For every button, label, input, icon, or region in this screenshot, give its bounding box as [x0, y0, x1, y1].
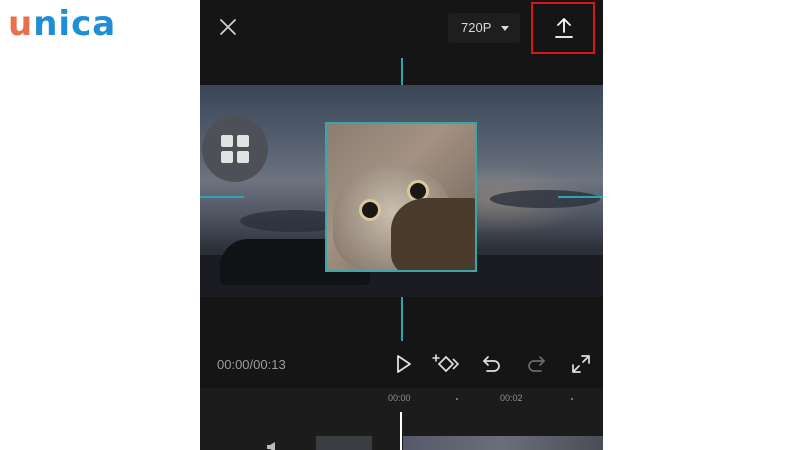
track-clip[interactable]	[403, 436, 603, 450]
horizontal-guide-right	[558, 196, 603, 198]
cloud	[490, 190, 600, 208]
playhead[interactable]	[400, 412, 402, 450]
keyframe-add-icon[interactable]	[432, 352, 460, 376]
resolution-dropdown[interactable]: 720P	[448, 13, 520, 43]
unica-logo: unica	[8, 4, 116, 44]
editor-top-bar: 720P	[200, 0, 603, 58]
timeline-tick-label: 00:00	[388, 393, 411, 403]
speaker-icon[interactable]	[266, 440, 280, 450]
undo-icon[interactable]	[480, 352, 504, 376]
play-icon[interactable]	[391, 352, 415, 376]
close-icon[interactable]	[218, 17, 238, 37]
video-editor-screen: 720P 00:00/00:13 00:00 00:02	[200, 0, 603, 450]
upload-icon	[555, 18, 573, 38]
cat-eye-left	[359, 199, 381, 221]
video-preview[interactable]	[200, 85, 603, 297]
timeline-tick-dot	[456, 398, 458, 400]
horizontal-guide-left	[200, 196, 244, 198]
caret-down-icon	[501, 26, 509, 31]
layout-button[interactable]	[202, 116, 268, 182]
logo-text: nica	[33, 4, 117, 44]
timecode: 00:00/00:13	[217, 357, 286, 372]
timeline-tick-dot	[571, 398, 573, 400]
overlay-clip-cat[interactable]	[325, 122, 477, 272]
export-button[interactable]	[531, 2, 595, 54]
logo-letter-u: u	[8, 4, 34, 44]
grid-icon	[221, 135, 249, 163]
resolution-value: 720P	[461, 20, 492, 35]
track-thumbnail[interactable]	[316, 436, 372, 450]
playback-controls: 00:00/00:13	[200, 340, 603, 388]
timeline-tick-label: 00:02	[500, 393, 523, 403]
vertical-guide-bottom	[401, 297, 403, 341]
cat-cloth	[391, 198, 475, 270]
fullscreen-icon[interactable]	[569, 352, 593, 376]
timeline[interactable]: 00:00 00:02	[200, 388, 603, 450]
redo-icon[interactable]	[524, 352, 548, 376]
